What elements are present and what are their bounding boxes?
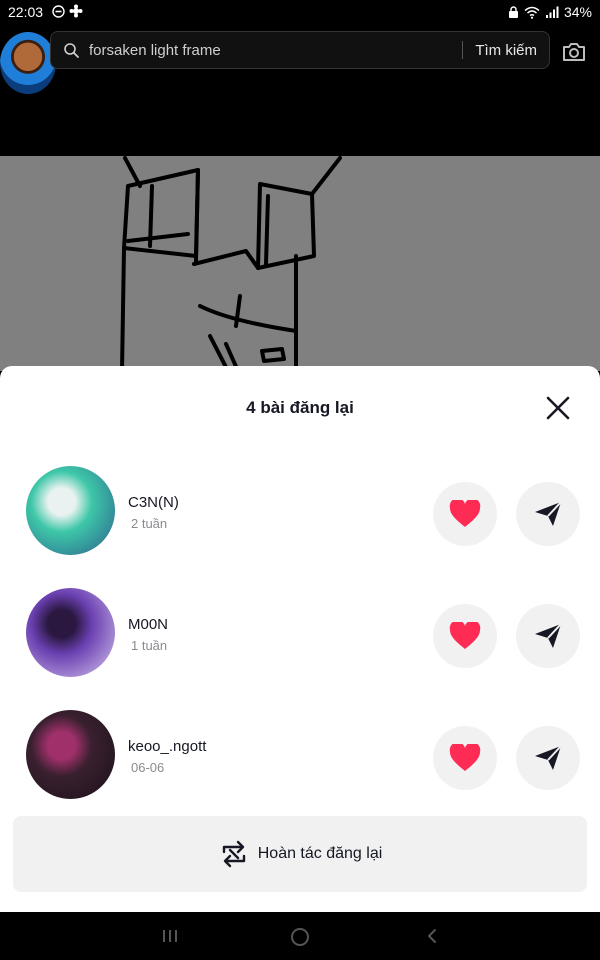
list-item[interactable]: M00N 1 tuần bbox=[0, 576, 600, 698]
send-icon bbox=[535, 501, 562, 526]
search-header: forsaken light frame Tìm kiếm bbox=[0, 26, 600, 156]
repost-time: 06-06 bbox=[131, 760, 165, 775]
user-name[interactable]: keoo_.ngott bbox=[128, 738, 206, 755]
close-button[interactable] bbox=[542, 392, 574, 424]
wifi-icon bbox=[524, 6, 540, 19]
search-icon bbox=[64, 43, 79, 58]
lock-icon bbox=[508, 5, 518, 18]
avatar[interactable] bbox=[26, 710, 115, 799]
sheet-title: 4 bài đăng lại bbox=[246, 398, 354, 417]
send-button[interactable] bbox=[516, 726, 580, 790]
like-button[interactable] bbox=[433, 482, 497, 546]
status-bar: 22:03 34% bbox=[0, 0, 600, 26]
send-button[interactable] bbox=[516, 604, 580, 668]
avatar[interactable] bbox=[26, 588, 115, 677]
like-button[interactable] bbox=[433, 604, 497, 668]
home-icon[interactable] bbox=[291, 928, 309, 946]
search-input[interactable]: forsaken light frame Tìm kiếm bbox=[50, 31, 550, 69]
send-icon bbox=[535, 745, 562, 770]
status-time: 22:03 bbox=[8, 4, 44, 20]
search-button[interactable]: Tìm kiếm bbox=[475, 42, 537, 59]
close-icon bbox=[546, 396, 570, 420]
signal-icon bbox=[545, 6, 559, 18]
camera-icon[interactable] bbox=[561, 40, 587, 64]
battery-level: 34% bbox=[563, 4, 592, 20]
list-item[interactable]: C3N(N) 2 tuần bbox=[0, 454, 600, 576]
repost-list: C3N(N) 2 tuần M00N 1 tuần keoo_.ngott 06… bbox=[0, 454, 600, 820]
repost-undo-icon bbox=[222, 840, 245, 868]
search-divider bbox=[462, 41, 464, 59]
drawing-sketch bbox=[120, 156, 342, 371]
send-button[interactable] bbox=[516, 482, 580, 546]
undo-repost-button[interactable]: Hoàn tác đăng lại bbox=[13, 816, 587, 892]
like-button[interactable] bbox=[433, 726, 497, 790]
do-not-disturb-icon bbox=[52, 4, 65, 18]
user-name[interactable]: C3N(N) bbox=[128, 494, 179, 511]
heart-icon bbox=[449, 500, 481, 527]
settings-flower-icon bbox=[69, 4, 83, 18]
avatar[interactable] bbox=[0, 32, 56, 94]
list-item[interactable]: keoo_.ngott 06-06 bbox=[0, 698, 600, 820]
search-query[interactable]: forsaken light frame bbox=[89, 42, 462, 59]
recents-icon[interactable] bbox=[162, 929, 178, 943]
system-nav-bar bbox=[0, 912, 600, 960]
heart-icon bbox=[449, 622, 481, 649]
back-icon[interactable] bbox=[426, 928, 438, 944]
avatar[interactable] bbox=[26, 466, 115, 555]
repost-time: 1 tuần bbox=[131, 638, 168, 653]
repost-time: 2 tuần bbox=[131, 516, 168, 531]
undo-repost-label: Hoàn tác đăng lại bbox=[257, 845, 383, 862]
video-preview[interactable] bbox=[0, 156, 600, 371]
user-name[interactable]: M00N bbox=[128, 616, 168, 633]
repost-sheet: 4 bài đăng lại C3N(N) 2 tuần M00N 1 tuần bbox=[0, 366, 600, 912]
heart-icon bbox=[449, 744, 481, 771]
send-icon bbox=[535, 623, 562, 648]
